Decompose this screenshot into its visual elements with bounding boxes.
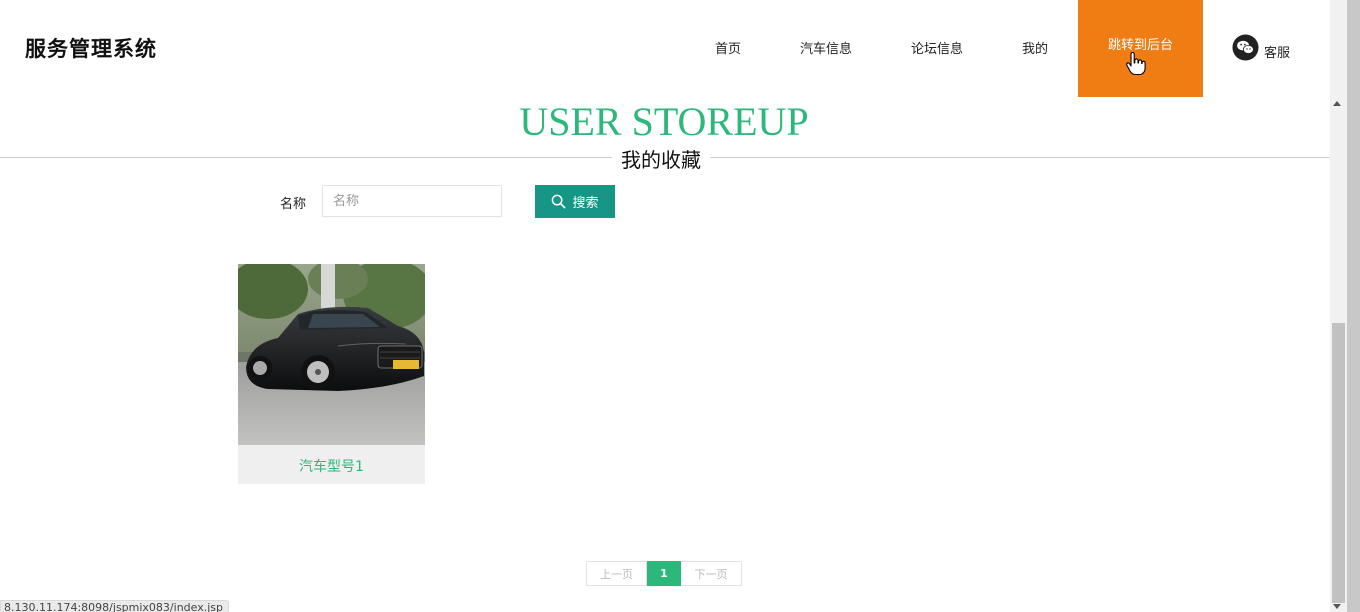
section-title-en: USER STOREUP [519,99,809,144]
status-url: 8.130.11.174:8098/jspmix083/index.jsp [0,600,229,612]
scroll-down-arrow-icon[interactable] [1333,604,1341,609]
search-button-label: 搜索 [572,196,599,211]
favorite-card[interactable]: 汽车型号1 [238,264,425,484]
nav-item-car-info[interactable]: 汽车信息 [800,38,852,57]
section-title-cn: 我的收藏 [612,144,710,173]
wechat-icon [1232,33,1259,61]
pagination: 上一页 1 下一页 [586,561,742,587]
search-button[interactable]: 搜索 [535,185,615,218]
nav-item-mine[interactable]: 我的 [1022,38,1048,57]
outer-scrollbar[interactable] [1347,0,1360,612]
customer-service-label: 客服 [1264,45,1291,61]
hand-cursor-icon [1126,52,1146,76]
page: 服务管理系统 首页 汽车信息 论坛信息 我的 跳转到后台 客服 USER STO… [0,0,1360,612]
next-page-button[interactable]: 下一页 [681,561,742,586]
customer-service[interactable]: 客服 [1232,33,1290,61]
site-title: 服务管理系统 [25,37,157,61]
nav-item-forum[interactable]: 论坛信息 [911,38,963,57]
scrollbar-thumb[interactable] [1332,323,1345,603]
scroll-up-arrow-icon[interactable] [1333,101,1341,106]
car-image [238,264,425,445]
nav-item-home[interactable]: 首页 [715,38,741,57]
search-label: 名称 [280,197,307,212]
prev-page-button[interactable]: 上一页 [586,561,647,586]
page-number-current[interactable]: 1 [647,561,681,586]
search-icon [552,194,566,209]
nav-item-admin[interactable]: 跳转到后台 [1078,0,1203,97]
favorite-card-title: 汽车型号1 [299,459,364,475]
search-input[interactable] [322,185,502,217]
